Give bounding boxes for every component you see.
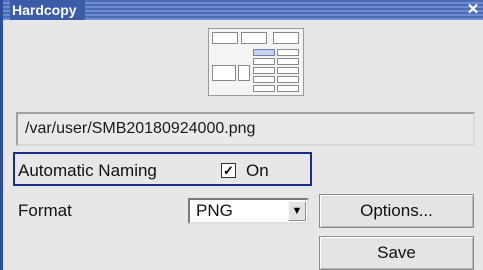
file-path-field[interactable]: /var/user/SMB20180924000.png <box>16 112 475 146</box>
dropdown-arrow-icon[interactable]: ▼ <box>288 201 306 221</box>
preview-thumbnail <box>208 28 304 96</box>
close-icon[interactable]: ✕ <box>465 0 481 20</box>
automatic-naming-checkbox[interactable]: ✓ <box>221 163 236 178</box>
dialog-title: Hardcopy <box>10 0 85 20</box>
save-button[interactable]: Save <box>319 236 474 270</box>
title-bar[interactable]: Hardcopy ✕ <box>3 0 483 20</box>
format-selected-value: PNG <box>196 201 233 220</box>
automatic-naming-on-label: On <box>246 161 269 180</box>
format-label: Format <box>18 201 72 220</box>
options-button[interactable]: Options... <box>319 194 474 228</box>
automatic-naming-label: Automatic Naming <box>18 161 157 180</box>
format-select[interactable]: PNG ▼ <box>188 198 309 224</box>
hardcopy-dialog: Hardcopy ✕ /var/user/SMB20180924000.png … <box>0 0 483 270</box>
